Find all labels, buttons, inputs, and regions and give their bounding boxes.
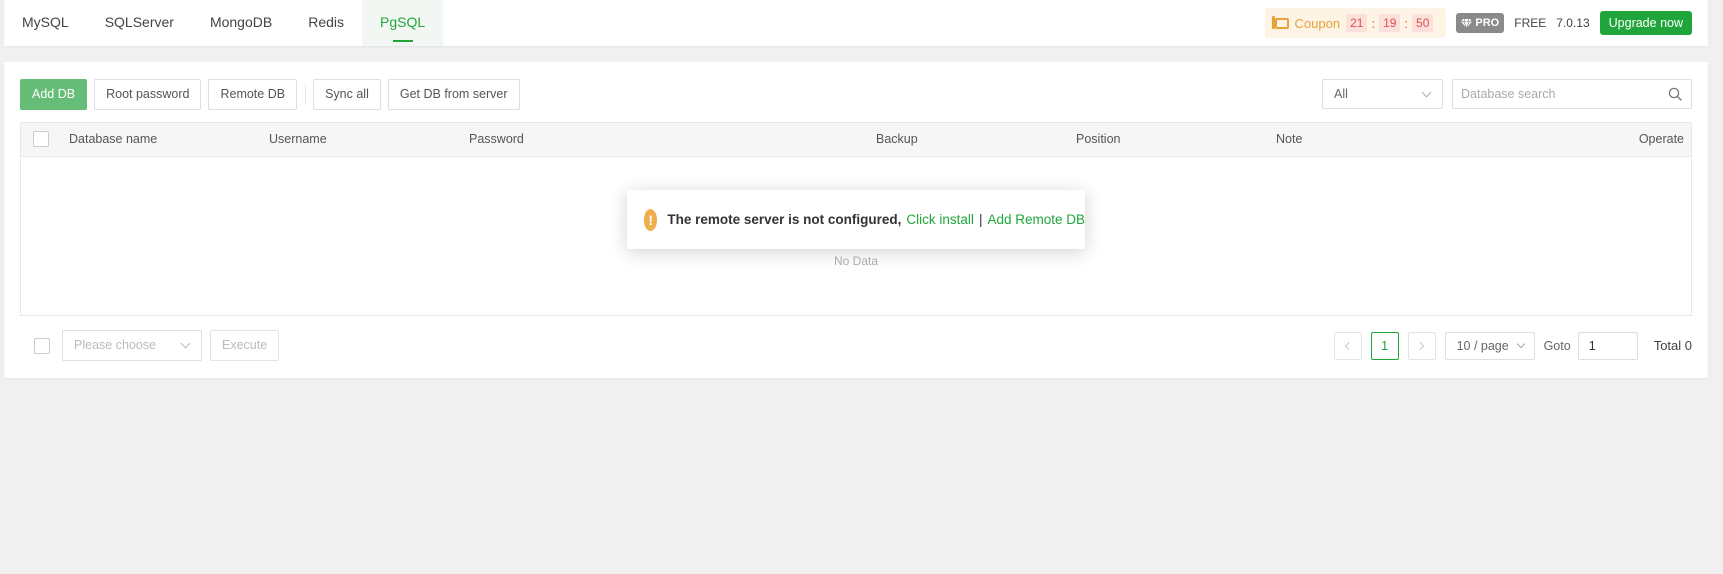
chevron-down-icon bbox=[180, 338, 191, 349]
page-number-current[interactable]: 1 bbox=[1370, 331, 1399, 360]
countdown-minutes: 19 bbox=[1379, 14, 1401, 32]
diamond-icon bbox=[1461, 18, 1473, 28]
plan-label: FREE bbox=[1514, 16, 1547, 30]
version-label: 7.0.13 bbox=[1556, 16, 1590, 30]
table-filters: All bbox=[1322, 79, 1692, 109]
batch-select-placeholder: Please choose bbox=[74, 338, 157, 352]
database-type-tabs: MySQL SQLServer MongoDB Redis PgSQL bbox=[4, 0, 444, 46]
warning-icon: ! bbox=[644, 208, 658, 231]
sync-all-button[interactable]: Sync all bbox=[313, 79, 381, 110]
get-db-from-server-button[interactable]: Get DB from server bbox=[387, 79, 520, 110]
pro-badge[interactable]: PRO bbox=[1456, 13, 1505, 33]
countdown-hours: 21 bbox=[1346, 14, 1368, 32]
chevron-down-icon bbox=[1516, 339, 1525, 348]
chevron-right-icon bbox=[1415, 341, 1425, 350]
next-page-button[interactable] bbox=[1407, 331, 1436, 360]
select-all-checkbox[interactable] bbox=[33, 131, 49, 147]
page-size-value: 10 / page bbox=[1456, 338, 1509, 353]
column-username[interactable]: Username bbox=[269, 123, 327, 156]
coupon-countdown[interactable]: Coupon 21 : 19 : 50 bbox=[1264, 8, 1447, 38]
database-search-input[interactable] bbox=[1453, 80, 1653, 108]
pagination: 1 10 / page Goto 1 Total 0 bbox=[1333, 330, 1692, 361]
coupon-label: Coupon bbox=[1294, 15, 1341, 31]
root-password-button[interactable]: Root password bbox=[94, 79, 202, 110]
link-separator: | bbox=[978, 212, 983, 227]
column-password[interactable]: Password bbox=[469, 123, 524, 156]
execute-button[interactable]: Execute bbox=[210, 330, 280, 361]
goto-label: Goto bbox=[1543, 338, 1571, 353]
coupon-icon bbox=[1271, 15, 1289, 29]
click-install-link[interactable]: Click install bbox=[906, 212, 974, 227]
database-toolbar: Add DB Root password Remote DB Sync all … bbox=[20, 79, 527, 110]
tab-pgsql[interactable]: PgSQL bbox=[362, 0, 444, 46]
database-type-select[interactable]: All bbox=[1322, 79, 1443, 109]
add-db-button[interactable]: Add DB bbox=[20, 79, 88, 110]
footer-select-all-checkbox[interactable] bbox=[34, 338, 50, 354]
tab-mongodb[interactable]: MongoDB bbox=[192, 0, 290, 46]
countdown-seconds: 50 bbox=[1412, 14, 1434, 32]
column-note[interactable]: Note bbox=[1276, 123, 1302, 156]
upgrade-now-button[interactable]: Upgrade now bbox=[1599, 11, 1692, 35]
table-header: Database name Username Password Backup P… bbox=[21, 123, 1691, 157]
goto-page-input[interactable]: 1 bbox=[1577, 331, 1638, 360]
batch-operation-select[interactable]: Please choose bbox=[62, 330, 202, 361]
page-size-select[interactable]: 10 / page bbox=[1444, 331, 1535, 360]
pro-label: PRO bbox=[1475, 17, 1500, 29]
empty-table-text: No Data bbox=[833, 254, 879, 268]
remote-db-button[interactable]: Remote DB bbox=[208, 79, 298, 110]
column-position[interactable]: Position bbox=[1076, 123, 1120, 156]
column-operate: Operate bbox=[1638, 132, 1684, 146]
chevron-left-icon bbox=[1344, 341, 1354, 350]
column-backup[interactable]: Backup bbox=[876, 123, 918, 156]
top-navigation-bar: MySQL SQLServer MongoDB Redis PgSQL Coup… bbox=[4, 0, 1708, 46]
header-right-actions: Coupon 21 : 19 : 50 PRO FREE 7.0.13 Upgr… bbox=[1264, 8, 1692, 38]
tab-sqlserver[interactable]: SQLServer bbox=[87, 0, 192, 46]
database-search bbox=[1452, 79, 1692, 109]
search-icon[interactable] bbox=[1668, 87, 1682, 101]
tab-redis[interactable]: Redis bbox=[290, 0, 362, 46]
toolbar-divider bbox=[305, 84, 307, 105]
remote-server-warning-popup: ! The remote server is not configured, C… bbox=[627, 190, 1085, 249]
table-footer: Please choose Execute 1 10 / page Goto 1… bbox=[20, 330, 1692, 361]
add-remote-db-link[interactable]: Add Remote DB bbox=[987, 212, 1085, 227]
chevron-down-icon bbox=[1421, 87, 1432, 98]
prev-page-button[interactable] bbox=[1333, 331, 1362, 360]
type-select-value: All bbox=[1334, 87, 1348, 101]
warning-message: The remote server is not configured, bbox=[667, 212, 902, 227]
total-count: Total 0 bbox=[1653, 338, 1692, 353]
tab-mysql[interactable]: MySQL bbox=[4, 0, 87, 46]
column-database-name[interactable]: Database name bbox=[69, 123, 157, 156]
